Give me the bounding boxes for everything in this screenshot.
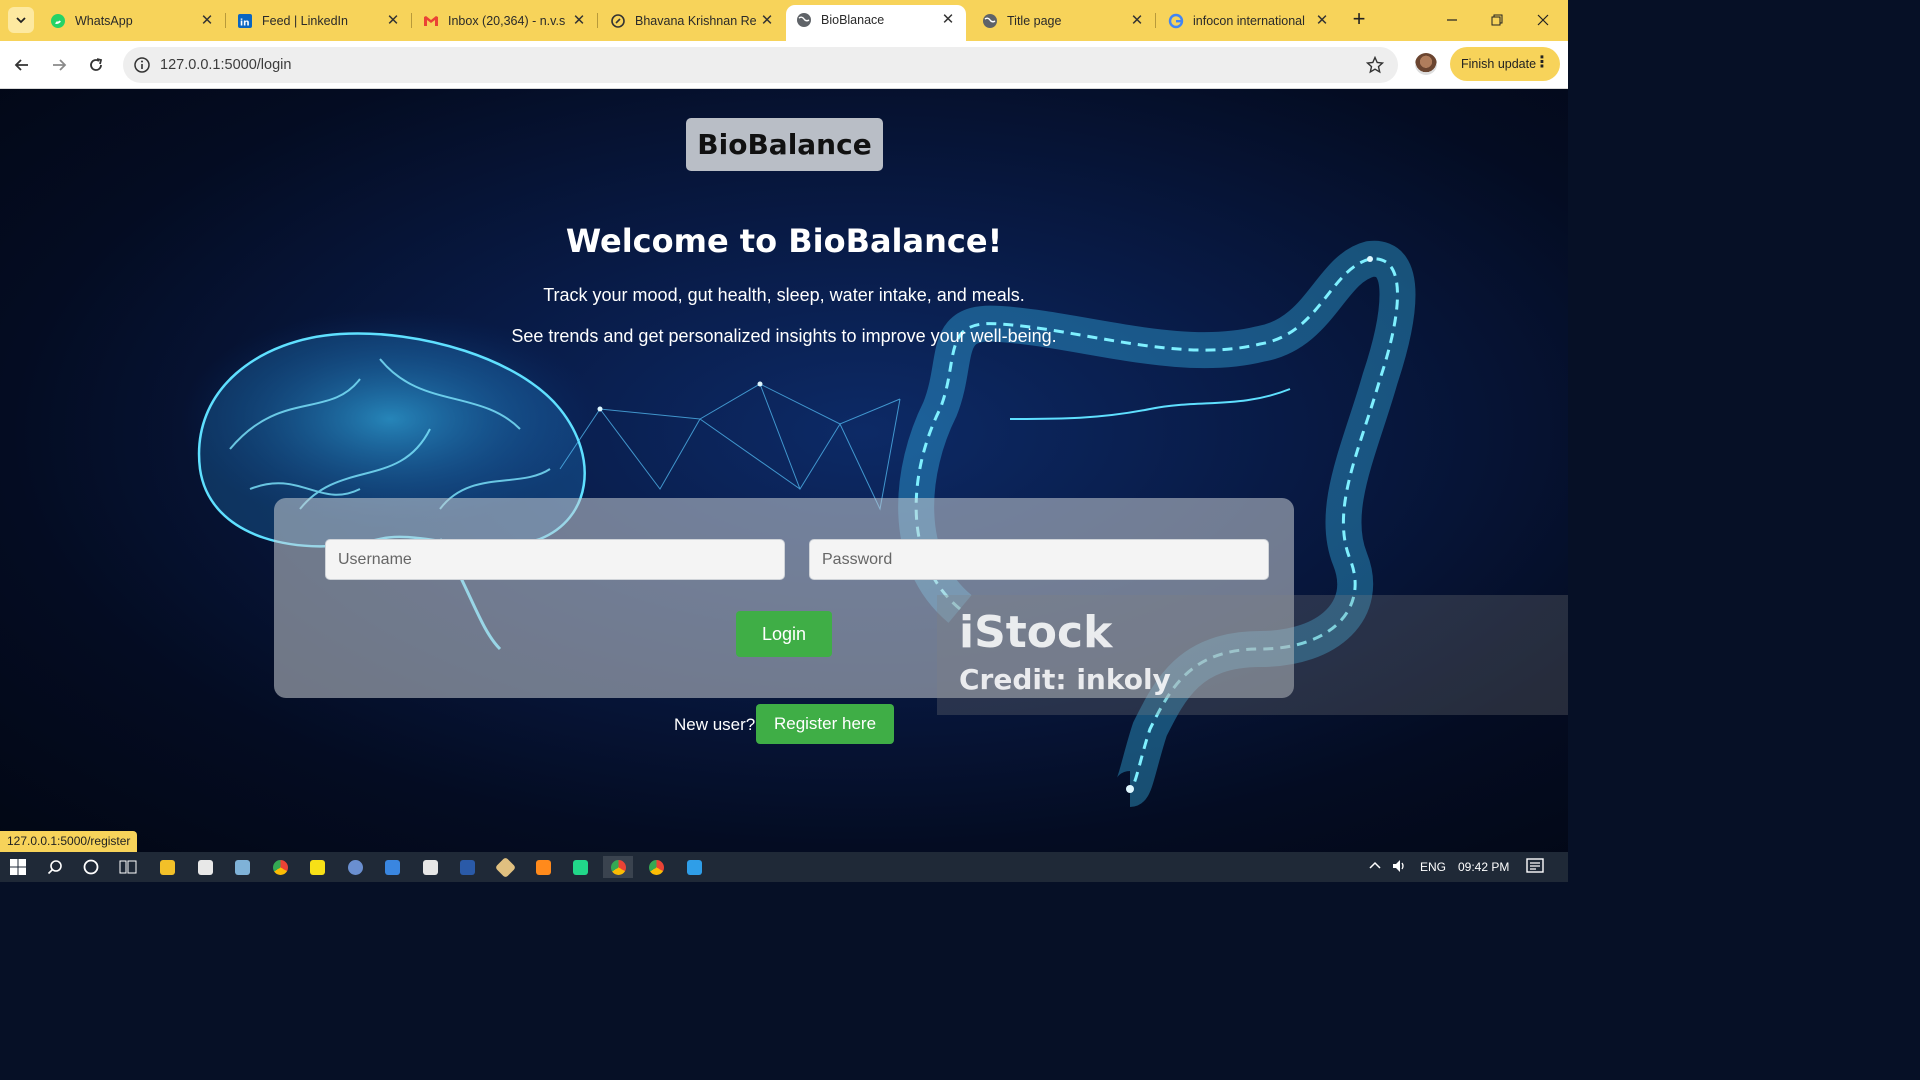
powershell-icon[interactable] (452, 856, 482, 878)
link-icon (610, 13, 626, 29)
tagline-primary: Track your mood, gut health, sleep, wate… (543, 285, 1025, 305)
cortana-icon[interactable] (76, 856, 106, 878)
browser-tab-strip: WhatsApp ✕ in Feed | LinkedIn ✕ Inbox (2… (0, 0, 1568, 41)
linkedin-icon: in (237, 13, 253, 29)
tab-title: Inbox (20,364) - n.v.s (448, 13, 566, 28)
browser-toolbar: 127.0.0.1:5000/login Finish update ⋮ (0, 41, 1568, 89)
file-explorer-icon[interactable] (152, 856, 182, 878)
tab-infocon[interactable]: infocon international ✕ (1158, 6, 1340, 35)
tab-title-page[interactable]: Title page ✕ (972, 6, 1156, 35)
istock-watermark: iStock Credit: inkoly (937, 595, 1568, 715)
tab-title: Bhavana Krishnan Re (635, 13, 757, 28)
chrome-icon[interactable] (265, 856, 295, 878)
more-menu-icon[interactable]: ⋮ (1534, 55, 1550, 71)
gmail-icon (423, 13, 439, 29)
chrome-icon[interactable] (603, 856, 633, 878)
watermark-logo: iStock (959, 607, 1113, 658)
tab-whatsapp[interactable]: WhatsApp ✕ (40, 6, 226, 35)
welcome-heading: Welcome to BioBalance! (565, 222, 1003, 260)
tab-title: Title page (1007, 13, 1062, 28)
new-user-text: New user? (674, 715, 756, 734)
minimize-icon[interactable] (1437, 8, 1467, 32)
finish-update-label: Finish update (1461, 57, 1537, 71)
globe-icon (796, 12, 812, 28)
back-button[interactable] (10, 53, 34, 77)
sticky-notes-icon[interactable] (302, 856, 332, 878)
url-text[interactable]: 127.0.0.1:5000/login (160, 57, 291, 73)
register-button[interactable]: Register here (756, 704, 894, 744)
profile-avatar[interactable] (1415, 53, 1437, 75)
bookmark-star-icon[interactable] (1366, 56, 1384, 74)
task-view-icon[interactable] (113, 856, 143, 878)
r-icon[interactable] (340, 856, 370, 878)
link-status-bubble: 127.0.0.1:5000/register (0, 831, 138, 852)
tab-search-button[interactable] (8, 7, 34, 33)
login-button[interactable]: Login (736, 611, 832, 657)
notepad-icon[interactable] (227, 856, 257, 878)
close-tab-icon[interactable]: ✕ (199, 12, 215, 29)
arrow-left-icon (14, 59, 28, 71)
close-tab-icon[interactable]: ✕ (940, 12, 956, 28)
restore-icon[interactable] (1482, 8, 1512, 32)
windows-taskbar: ENG 09:42 PM (0, 852, 1568, 882)
tab-title: BioBlanace (821, 13, 885, 27)
tab-title: WhatsApp (75, 13, 133, 28)
reload-button[interactable] (84, 53, 108, 77)
volume-icon[interactable] (1391, 858, 1407, 877)
globe-icon (982, 13, 998, 29)
brand-logo: BioBalance (686, 118, 883, 171)
language-indicator[interactable]: ENG (1420, 860, 1446, 874)
tab-gmail[interactable]: Inbox (20,364) - n.v.s ✕ (413, 6, 598, 35)
tab-title: infocon international (1193, 13, 1305, 28)
close-window-icon[interactable] (1528, 8, 1558, 32)
chevron-up-icon[interactable] (1368, 858, 1382, 875)
clock[interactable]: 09:42 PM (1458, 860, 1509, 874)
git-icon[interactable] (490, 856, 520, 878)
vscode-icon[interactable] (679, 856, 709, 878)
app-icon[interactable] (377, 856, 407, 878)
chrome-icon[interactable] (641, 856, 671, 878)
password-input[interactable] (809, 539, 1269, 580)
finish-update-button[interactable]: Finish update ⋮ (1450, 47, 1560, 81)
google-icon (1168, 13, 1184, 29)
login-page: BioBalance Welcome to BioBalance! Track … (0, 89, 1568, 852)
sublime-icon[interactable] (528, 856, 558, 878)
tagline-secondary: See trends and get personalized insights… (511, 326, 1057, 346)
close-tab-icon[interactable]: ✕ (1129, 12, 1145, 29)
svg-text:in: in (240, 18, 250, 28)
whatsapp-icon (50, 13, 66, 29)
close-tab-icon[interactable]: ✕ (1314, 12, 1330, 29)
pycharm-icon[interactable] (565, 856, 595, 878)
close-tab-icon[interactable]: ✕ (759, 12, 775, 29)
tab-bhavana[interactable]: Bhavana Krishnan Re ✕ (600, 6, 785, 35)
store-icon[interactable] (190, 856, 220, 878)
forward-button[interactable] (47, 53, 71, 77)
arrow-right-icon (53, 59, 67, 71)
watermark-credit: Credit: inkoly (959, 663, 1171, 696)
close-tab-icon[interactable]: ✕ (385, 12, 401, 29)
tab-title: Feed | LinkedIn (262, 13, 348, 28)
chevron-down-icon (16, 17, 26, 24)
tab-bioblanace[interactable]: BioBlanace ✕ (786, 5, 966, 41)
tab-linkedin[interactable]: in Feed | LinkedIn ✕ (227, 6, 412, 35)
files-icon[interactable] (415, 856, 445, 878)
search-icon[interactable] (40, 856, 70, 878)
new-tab-button[interactable]: + (1347, 8, 1371, 32)
site-info-icon[interactable] (133, 56, 151, 74)
address-bar[interactable]: 127.0.0.1:5000/login (123, 47, 1398, 83)
windows-start-icon[interactable] (3, 856, 33, 878)
username-input[interactable] (325, 539, 785, 580)
close-tab-icon[interactable]: ✕ (571, 12, 587, 29)
notifications-icon[interactable] (1526, 858, 1544, 877)
reload-icon (90, 58, 103, 71)
